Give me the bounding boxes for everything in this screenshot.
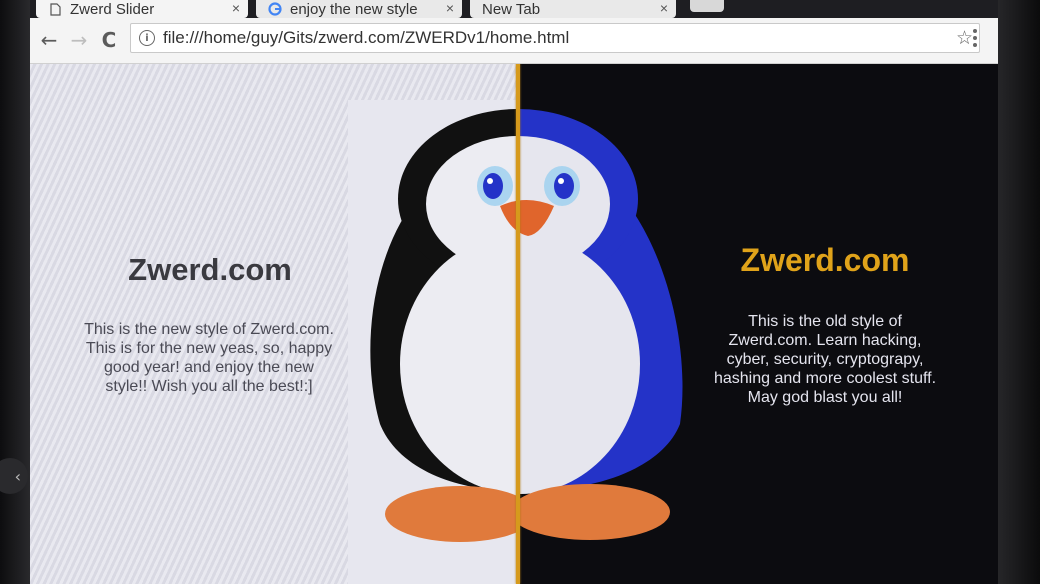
tab-enjoy-new-style[interactable]: enjoy the new style × <box>256 0 462 18</box>
monitor-bezel-right <box>992 0 1040 584</box>
tab-title: Zwerd Slider <box>70 0 155 18</box>
slider-divider-handle[interactable] <box>516 64 520 584</box>
tab-strip: Zwerd Slider × enjoy the new style × New… <box>30 0 998 18</box>
tab-title: New Tab <box>482 0 541 18</box>
close-icon[interactable]: × <box>446 0 454 16</box>
browser-toolbar: ← → C i file:///home/guy/Gits/zwerd.com/… <box>30 18 998 64</box>
old-style-text: This is the old style of Zwerd.com. Lear… <box>713 313 937 406</box>
page-viewport: Zwerd.com This is the new style of Zwerd… <box>30 64 998 584</box>
tab-new-tab[interactable]: New Tab × <box>470 0 676 18</box>
old-style-title: Zwerd.com <box>740 242 910 278</box>
tab-zwerd-slider[interactable]: Zwerd Slider × <box>36 0 248 18</box>
new-tab-button[interactable] <box>690 0 724 12</box>
forward-button[interactable]: → <box>68 28 90 52</box>
eye-right <box>554 173 574 199</box>
info-icon[interactable]: i <box>139 30 155 46</box>
browser-window: Zwerd Slider × enjoy the new style × New… <box>30 0 998 584</box>
page-icon <box>48 2 62 16</box>
google-icon <box>268 2 282 16</box>
eye-left <box>483 173 503 199</box>
new-style-text: This is the new style of Zwerd.com. This… <box>84 321 334 395</box>
close-icon[interactable]: × <box>660 0 668 16</box>
new-style-title: Zwerd.com <box>128 252 292 287</box>
reload-button[interactable]: C <box>98 28 120 52</box>
tab-title: enjoy the new style <box>290 0 418 18</box>
address-bar[interactable]: i file:///home/guy/Gits/zwerd.com/ZWERDv… <box>130 23 980 53</box>
forward-arrow-icon: → <box>70 28 88 52</box>
back-arrow-icon: ← <box>40 28 58 52</box>
back-button[interactable]: ← <box>38 28 60 52</box>
reload-icon: C <box>101 28 117 52</box>
chevron-left-icon: ‹ <box>14 466 21 486</box>
url-text[interactable]: file:///home/guy/Gits/zwerd.com/ZWERDv1/… <box>163 28 569 48</box>
penguin-illustration <box>370 109 683 542</box>
monitor-frame: Zwerd Slider × enjoy the new style × New… <box>0 0 1040 584</box>
menu-kebab-icon[interactable] <box>970 27 980 49</box>
close-icon[interactable]: × <box>232 0 240 16</box>
monitor-bezel-left <box>0 0 32 584</box>
